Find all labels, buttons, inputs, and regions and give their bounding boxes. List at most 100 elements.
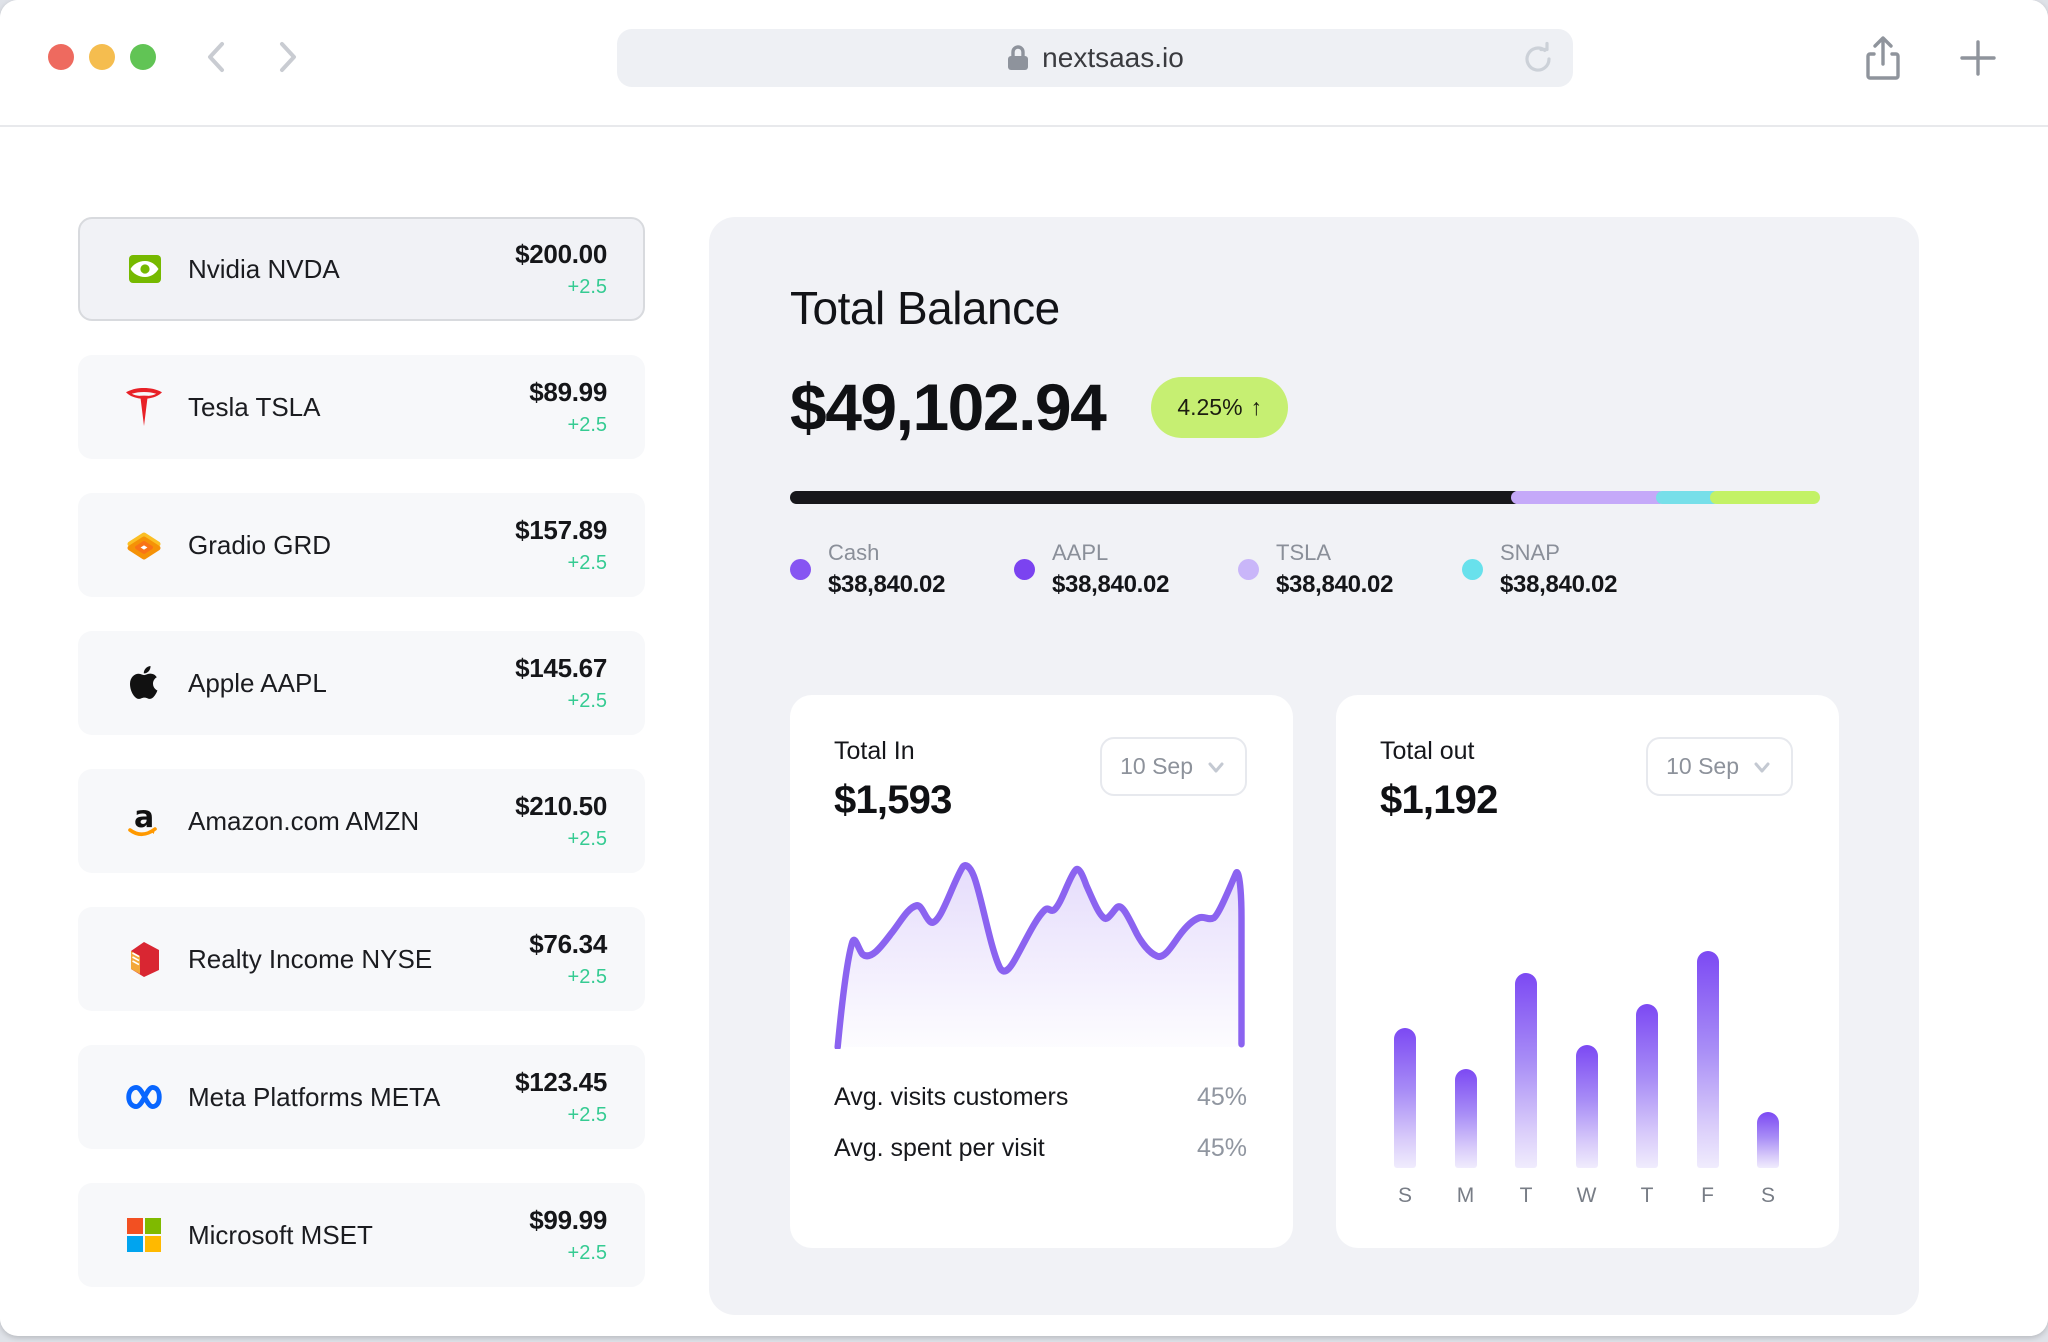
- microsoft-logo-icon: [122, 1213, 166, 1257]
- amazon-logo-icon: a: [122, 799, 166, 843]
- meta-logo-icon: [122, 1075, 166, 1119]
- bar-label: W: [1577, 1184, 1597, 1208]
- stock-list: Nvidia NVDA $200.00 +2.5 Tesla TSLA $89.…: [78, 217, 645, 1287]
- stat-label: Avg. spent per visit: [834, 1134, 1045, 1163]
- forward-chevron-icon[interactable]: [266, 36, 308, 78]
- bar: [1394, 1028, 1416, 1168]
- stat-row-visits: Avg. visits customers 45%: [834, 1083, 1247, 1112]
- period-value: 10 Sep: [1120, 753, 1193, 780]
- share-icon[interactable]: [1862, 34, 1904, 82]
- legend-label: TSLA: [1276, 540, 1393, 566]
- stock-name: Realty Income NYSE: [188, 944, 432, 975]
- lock-icon: [1006, 44, 1030, 72]
- stat-row-spent: Avg. spent per visit 45%: [834, 1134, 1247, 1163]
- bar-label: F: [1701, 1184, 1714, 1208]
- legend-item-tsla: TSLA $38,840.02: [1238, 540, 1462, 599]
- stock-name: Microsoft MSET: [188, 1220, 373, 1251]
- chevron-down-icon: [1205, 756, 1227, 778]
- legend-label: AAPL: [1052, 540, 1169, 566]
- stock-row-gradio[interactable]: Gradio GRD $157.89 +2.5: [78, 493, 645, 597]
- total-out-period-dropdown[interactable]: 10 Sep: [1646, 737, 1793, 796]
- stock-price: $89.99: [529, 377, 607, 408]
- stock-row-amazon[interactable]: a Amazon.com AMZN $210.50 +2.5: [78, 769, 645, 873]
- stock-change: +2.5: [529, 966, 607, 989]
- stock-row-tesla[interactable]: Tesla TSLA $89.99 +2.5: [78, 355, 645, 459]
- stock-change: +2.5: [515, 690, 607, 713]
- stock-change: +2.5: [515, 276, 607, 299]
- bar: [1576, 1045, 1598, 1168]
- bar-label: T: [1520, 1184, 1533, 1208]
- realty-income-logo-icon: [122, 937, 166, 981]
- stock-change: +2.5: [515, 1104, 607, 1127]
- stock-row-microsoft[interactable]: Microsoft MSET $99.99 +2.5: [78, 1183, 645, 1287]
- close-button[interactable]: [48, 44, 74, 70]
- stock-name: Apple AAPL: [188, 668, 327, 699]
- allocation-segment: [1710, 491, 1820, 504]
- back-chevron-icon[interactable]: [196, 36, 238, 78]
- tesla-logo-icon: [122, 385, 166, 429]
- aapl-dot-icon: [1014, 559, 1035, 580]
- legend-value: $38,840.02: [828, 571, 945, 599]
- stock-change: +2.5: [529, 414, 607, 437]
- allocation-segment: [790, 491, 1521, 504]
- new-tab-plus-icon[interactable]: [1956, 36, 2000, 80]
- allocation-segment: [1511, 491, 1666, 504]
- stock-row-nvidia[interactable]: Nvidia NVDA $200.00 +2.5: [78, 217, 645, 321]
- bar: [1757, 1112, 1779, 1168]
- total-out-bar-chart: S M T W T F S: [1380, 878, 1793, 1208]
- stock-name: Meta Platforms META: [188, 1082, 440, 1113]
- total-in-card: Total In $1,593 10 Sep: [790, 695, 1293, 1248]
- total-in-area-chart: [834, 837, 1247, 1049]
- total-out-title: Total out: [1380, 737, 1498, 766]
- stock-name: Nvidia NVDA: [188, 254, 340, 285]
- total-out-card: Total out $1,192 10 Sep S M T W T: [1336, 695, 1839, 1248]
- stock-name: Amazon.com AMZN: [188, 806, 419, 837]
- legend-item-aapl: AAPL $38,840.02: [1014, 540, 1238, 599]
- minimize-button[interactable]: [89, 44, 115, 70]
- stock-price: $210.50: [515, 791, 607, 822]
- balance-change-badge: 4.25% ↑: [1151, 377, 1288, 438]
- stock-price: $200.00: [515, 239, 607, 270]
- stock-price: $157.89: [515, 515, 607, 546]
- gradio-logo-icon: [122, 523, 166, 567]
- stock-price: $99.99: [529, 1205, 607, 1236]
- balance-legend: Cash $38,840.02 AAPL $38,840.02 TSLA $38…: [790, 540, 1849, 599]
- total-in-period-dropdown[interactable]: 10 Sep: [1100, 737, 1247, 796]
- stat-label: Avg. visits customers: [834, 1083, 1068, 1112]
- total-in-amount: $1,593: [834, 778, 952, 823]
- chevron-down-icon: [1751, 756, 1773, 778]
- legend-item-snap: SNAP $38,840.02: [1462, 540, 1686, 599]
- stock-row-meta[interactable]: Meta Platforms META $123.45 +2.5: [78, 1045, 645, 1149]
- balance-panel: Total Balance $49,102.94 4.25% ↑ Cash $3…: [709, 217, 1919, 1315]
- zoom-button[interactable]: [130, 44, 156, 70]
- apple-logo-icon: [122, 661, 166, 705]
- bar-label: S: [1398, 1184, 1412, 1208]
- snap-dot-icon: [1462, 559, 1483, 580]
- cash-dot-icon: [790, 559, 811, 580]
- stat-value: 45%: [1197, 1083, 1247, 1112]
- browser-topbar: nextsaas.io: [0, 0, 2048, 127]
- url-text: nextsaas.io: [1042, 42, 1184, 74]
- stat-value: 45%: [1197, 1134, 1247, 1163]
- stock-row-apple[interactable]: Apple AAPL $145.67 +2.5: [78, 631, 645, 735]
- stock-change: +2.5: [515, 828, 607, 851]
- stock-row-realty-income[interactable]: Realty Income NYSE $76.34 +2.5: [78, 907, 645, 1011]
- bar: [1636, 1004, 1658, 1168]
- url-bar[interactable]: nextsaas.io: [617, 29, 1573, 87]
- stock-name: Tesla TSLA: [188, 392, 320, 423]
- legend-value: $38,840.02: [1052, 571, 1169, 599]
- stock-price: $76.34: [529, 929, 607, 960]
- allocation-bar: [790, 491, 1850, 504]
- page-content: Nvidia NVDA $200.00 +2.5 Tesla TSLA $89.…: [0, 127, 2048, 1334]
- nvidia-logo-icon: [122, 247, 166, 291]
- total-out-amount: $1,192: [1380, 778, 1498, 823]
- stock-price: $123.45: [515, 1067, 607, 1098]
- reload-icon[interactable]: [1519, 40, 1557, 78]
- browser-window: nextsaas.io Nvidia NVDA: [0, 0, 2048, 1336]
- legend-label: Cash: [828, 540, 945, 566]
- legend-item-cash: Cash $38,840.02: [790, 540, 1014, 599]
- stock-price: $145.67: [515, 653, 607, 684]
- bar-label: S: [1761, 1184, 1775, 1208]
- tsla-dot-icon: [1238, 559, 1259, 580]
- total-in-title: Total In: [834, 737, 952, 766]
